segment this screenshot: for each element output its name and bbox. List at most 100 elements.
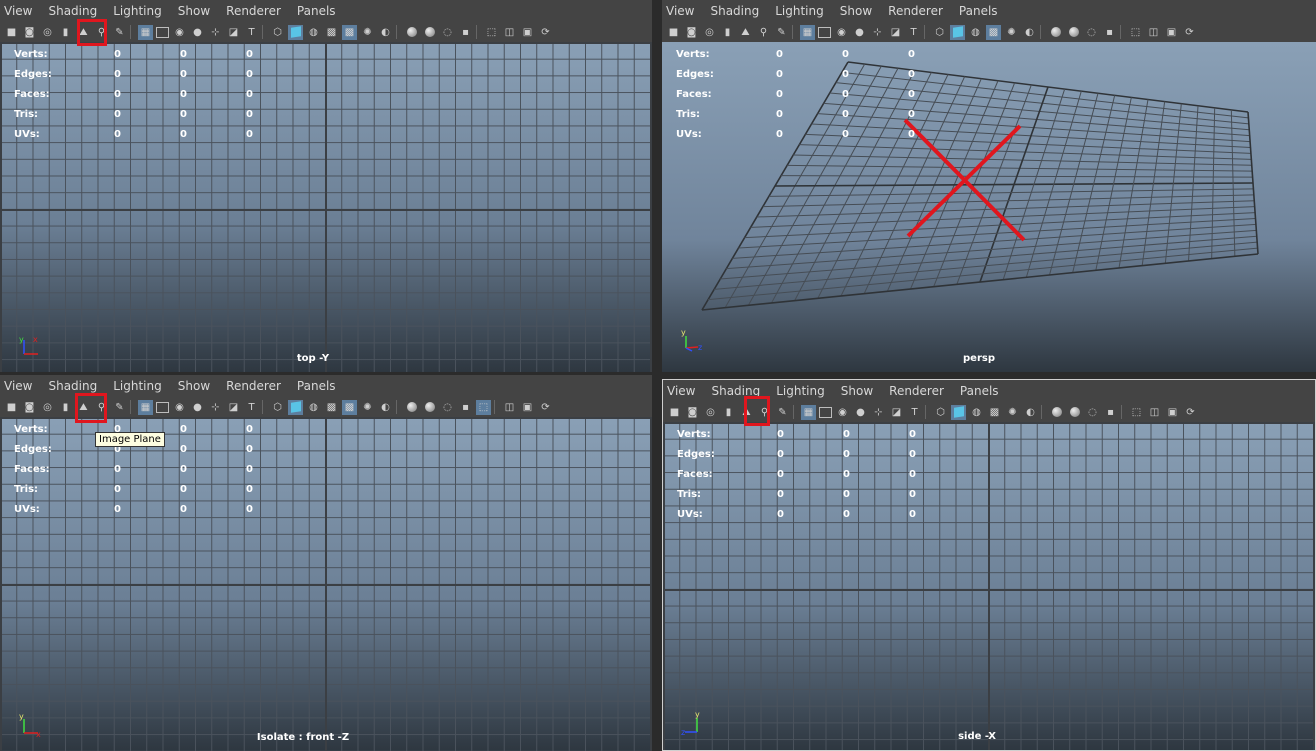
motion-blur-icon[interactable]	[422, 25, 437, 40]
menu-show[interactable]: Show	[170, 379, 218, 393]
menu-renderer[interactable]: Renderer	[218, 379, 289, 393]
safe-title-icon[interactable]: T	[244, 400, 259, 415]
isolate-select-icon[interactable]: ⬚	[484, 25, 499, 40]
use-all-lights-icon[interactable]: ✺	[1004, 25, 1019, 40]
menu-lighting[interactable]: Lighting	[105, 379, 170, 393]
wireframe-icon[interactable]: ⬡	[270, 400, 285, 415]
xray-joints-icon[interactable]: ▣	[520, 400, 535, 415]
default-material-icon[interactable]: ◍	[968, 25, 983, 40]
xray-icon[interactable]: ◫	[502, 25, 517, 40]
isolate-select-icon[interactable]: ⬚	[1129, 405, 1144, 420]
menu-renderer[interactable]: Renderer	[218, 4, 289, 18]
anti-aliasing-icon[interactable]: ◌	[440, 25, 455, 40]
camera-icon[interactable]: ■	[4, 25, 19, 40]
camera-bookmark-icon[interactable]: ◎	[702, 25, 717, 40]
grid-icon[interactable]: ▦	[138, 24, 153, 40]
screen-space-ao-icon[interactable]	[1049, 405, 1064, 420]
safe-action-icon[interactable]: ◪	[226, 400, 241, 415]
film-gate-icon[interactable]	[819, 406, 832, 418]
safe-action-icon[interactable]: ◪	[889, 405, 904, 420]
field-chart-icon[interactable]: ⊹	[870, 25, 885, 40]
safe-title-icon[interactable]: T	[907, 405, 922, 420]
viewport-front[interactable]: Verts: 0 0 0 Edges: 0 0 0 Faces: 0 0 0 Tris: 0 0 0 U…	[0, 417, 652, 751]
wireframe-icon[interactable]: ⬡	[933, 405, 948, 420]
film-gate-icon[interactable]	[156, 26, 169, 38]
checker-icon[interactable]: ▩	[342, 24, 357, 40]
backface-culling-icon[interactable]: ⟳	[538, 25, 553, 40]
grid-icon[interactable]: ▦	[800, 24, 815, 40]
bookmark-icon[interactable]: ▮	[58, 400, 73, 415]
xray-icon[interactable]: ◫	[502, 400, 517, 415]
menu-view[interactable]: View	[0, 379, 40, 393]
safe-action-icon[interactable]: ◪	[888, 25, 903, 40]
screen-space-ao-icon[interactable]	[404, 400, 419, 415]
grease-pencil-icon[interactable]: ✎	[112, 25, 127, 40]
smooth-shade-icon[interactable]	[288, 24, 303, 40]
bookmark-icon[interactable]: ▮	[721, 405, 736, 420]
camera-attr-icon[interactable]: ◙	[684, 25, 699, 40]
textured-icon[interactable]: ▩	[324, 25, 339, 40]
smooth-shade-icon[interactable]	[950, 24, 965, 40]
depth-of-field-icon[interactable]: ▪	[1102, 25, 1117, 40]
anti-aliasing-icon[interactable]: ◌	[440, 400, 455, 415]
anti-aliasing-icon[interactable]: ◌	[1085, 405, 1100, 420]
menu-lighting[interactable]: Lighting	[105, 4, 170, 18]
menu-shading[interactable]: Shading	[702, 4, 767, 18]
smooth-shade-icon[interactable]	[288, 399, 303, 415]
gate-mask-icon[interactable]: ●	[190, 400, 205, 415]
textured-icon[interactable]: ▩	[324, 400, 339, 415]
shadows-icon[interactable]: ◐	[1022, 25, 1037, 40]
camera-icon[interactable]: ■	[667, 405, 682, 420]
resolution-gate-icon[interactable]: ◉	[835, 405, 850, 420]
grease-pencil-icon[interactable]: ✎	[775, 405, 790, 420]
depth-of-field-icon[interactable]: ▪	[1103, 405, 1118, 420]
menu-shading[interactable]: Shading	[40, 4, 105, 18]
gate-mask-icon[interactable]: ●	[852, 25, 867, 40]
menu-lighting[interactable]: Lighting	[768, 384, 833, 398]
camera-bookmark-icon[interactable]: ◎	[40, 400, 55, 415]
resolution-gate-icon[interactable]: ◉	[172, 400, 187, 415]
menu-shading[interactable]: Shading	[40, 379, 105, 393]
bookmark-icon[interactable]: ▮	[58, 25, 73, 40]
camera-bookmark-icon[interactable]: ◎	[703, 405, 718, 420]
xray-icon[interactable]: ◫	[1147, 405, 1162, 420]
wireframe-icon[interactable]: ⬡	[270, 25, 285, 40]
safe-title-icon[interactable]: T	[244, 25, 259, 40]
menu-show[interactable]: Show	[832, 4, 880, 18]
viewport-side[interactable]: Verts: 0 0 0 Edges: 0 0 0 Faces: 0 0 0 Tris: 0 0 0 U…	[663, 422, 1315, 750]
motion-blur-icon[interactable]	[1066, 25, 1081, 40]
gate-mask-icon[interactable]: ●	[190, 25, 205, 40]
resolution-gate-icon[interactable]: ◉	[172, 25, 187, 40]
xray-joints-icon[interactable]: ▣	[1165, 405, 1180, 420]
screen-space-ao-icon[interactable]	[404, 25, 419, 40]
shadows-icon[interactable]: ◐	[378, 25, 393, 40]
menu-panels[interactable]: Panels	[289, 379, 344, 393]
field-chart-icon[interactable]: ⊹	[208, 400, 223, 415]
use-all-lights-icon[interactable]: ✺	[360, 25, 375, 40]
viewport-top[interactable]: Verts: 0 0 0 Edges: 0 0 0 Faces: 0 0 0 Tris: 0 0 0 U…	[0, 42, 652, 372]
backface-culling-icon[interactable]: ⟳	[1183, 405, 1198, 420]
use-all-lights-icon[interactable]: ✺	[1005, 405, 1020, 420]
checker-icon[interactable]: ▩	[342, 399, 357, 415]
film-gate-icon[interactable]	[156, 401, 169, 413]
gate-mask-icon[interactable]: ●	[853, 405, 868, 420]
grease-pencil-icon[interactable]: ✎	[112, 400, 127, 415]
viewport-persp[interactable]: Verts: 0 0 0 Edges: 0 0 0 Faces: 0 0 0 Tris: 0 0 0 U…	[662, 42, 1316, 372]
resolution-gate-icon[interactable]: ◉	[834, 25, 849, 40]
menu-view[interactable]: View	[662, 4, 702, 18]
film-gate-icon[interactable]	[818, 26, 831, 38]
shadows-icon[interactable]: ◐	[378, 400, 393, 415]
motion-blur-icon[interactable]	[1067, 405, 1082, 420]
camera-bookmark-icon[interactable]: ◎	[40, 25, 55, 40]
isolate-select-icon[interactable]: ⬚	[1128, 25, 1143, 40]
menu-lighting[interactable]: Lighting	[767, 4, 832, 18]
grid-icon[interactable]: ▦	[138, 399, 153, 415]
xray-joints-icon[interactable]: ▣	[1164, 25, 1179, 40]
textured-icon[interactable]: ▩	[986, 24, 1001, 40]
shadows-icon[interactable]: ◐	[1023, 405, 1038, 420]
menu-renderer[interactable]: Renderer	[881, 384, 952, 398]
backface-culling-icon[interactable]: ⟳	[538, 400, 553, 415]
wireframe-icon[interactable]: ⬡	[932, 25, 947, 40]
menu-view[interactable]: View	[663, 384, 703, 398]
menu-panels[interactable]: Panels	[951, 4, 1006, 18]
